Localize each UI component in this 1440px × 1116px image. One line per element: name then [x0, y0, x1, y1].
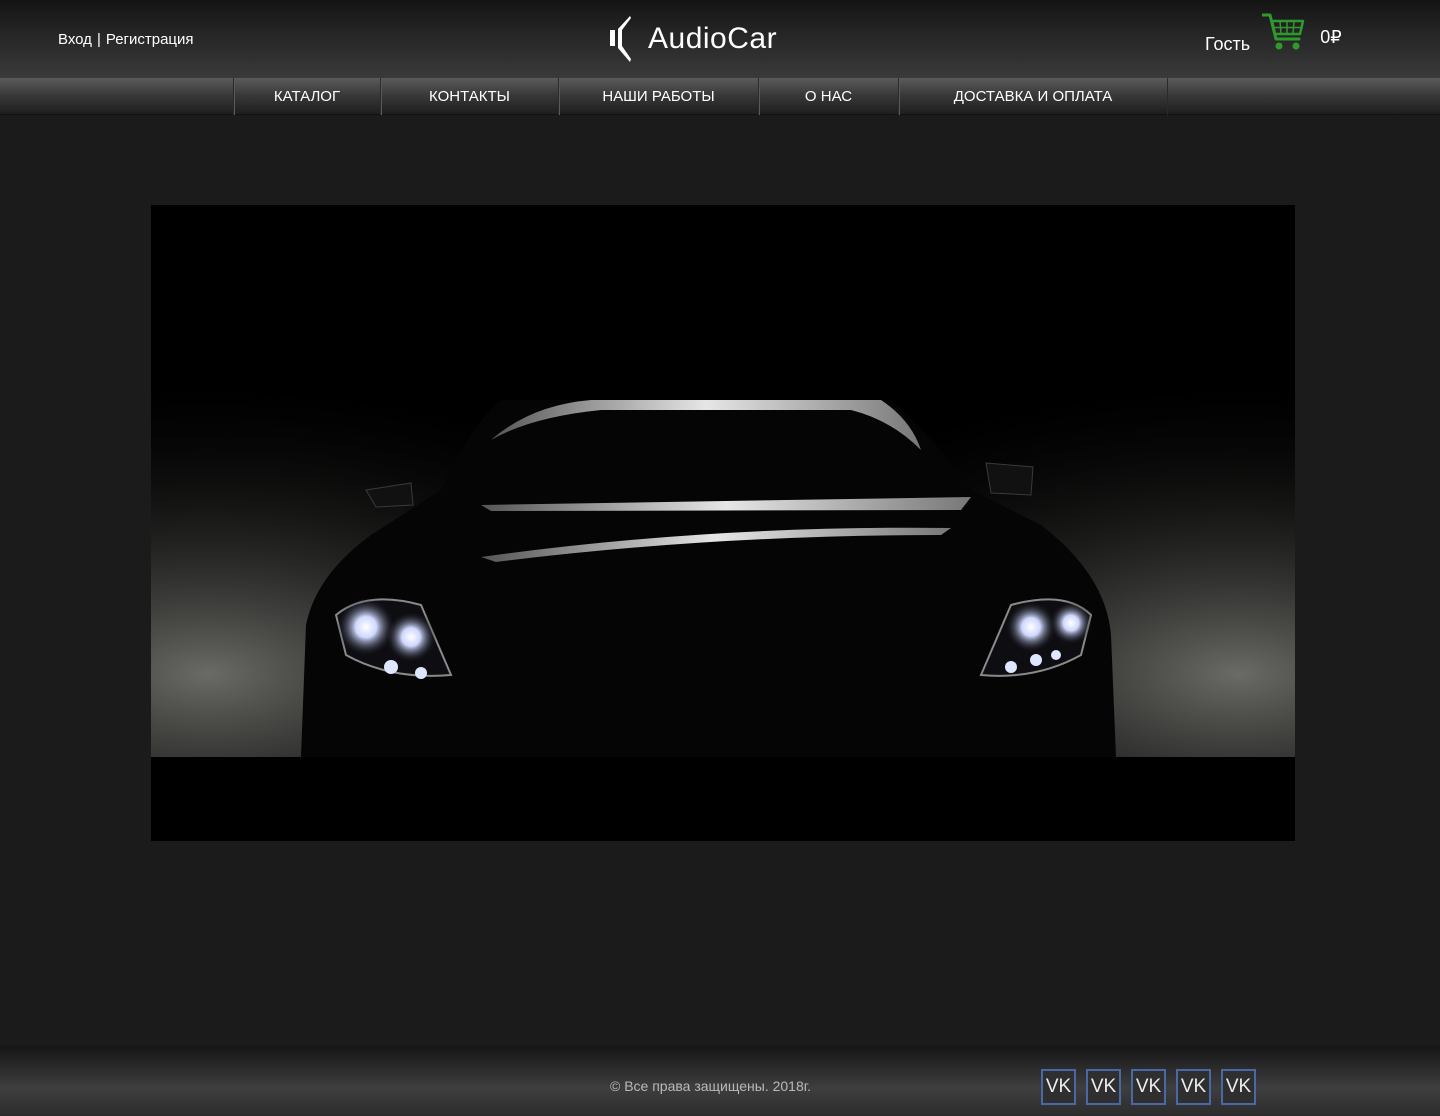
site-header: Вход | Регистрация AudioCar Гость 0₽ — [0, 0, 1440, 78]
auth-links: Вход | Регистрация — [58, 31, 194, 48]
site-logo[interactable]: AudioCar — [608, 13, 777, 65]
copyright-text: © Все права защищены. 2018г. — [610, 1078, 812, 1094]
nav-items: КАТАЛОГ КОНТАКТЫ НАШИ РАБОТЫ О НАС ДОСТА… — [233, 78, 1168, 115]
vk-icon[interactable]: VK — [1176, 1069, 1211, 1105]
login-link[interactable]: Вход — [58, 31, 92, 48]
register-link[interactable]: Регистрация — [106, 31, 194, 48]
guest-label: Гость — [1205, 34, 1251, 54]
vk-icon[interactable]: VK — [1041, 1069, 1076, 1105]
user-area: Гость 0₽ — [1205, 12, 1342, 57]
cart-icon[interactable] — [1261, 12, 1306, 57]
site-footer: © Все права защищены. 2018г. VK VK VK VK… — [0, 1046, 1440, 1116]
social-links: VK VK VK VK VK — [1041, 1069, 1256, 1105]
speaker-logo-icon — [610, 16, 631, 62]
nav-item-our-works[interactable]: НАШИ РАБОТЫ — [559, 78, 759, 115]
main-nav: КАТАЛОГ КОНТАКТЫ НАШИ РАБОТЫ О НАС ДОСТА… — [0, 78, 1440, 115]
logo-text: AudioCar — [648, 22, 778, 55]
nav-item-contacts[interactable]: КОНТАКТЫ — [381, 78, 559, 115]
hero-banner — [151, 205, 1295, 841]
cart-total: 0₽ — [1320, 27, 1342, 47]
vk-icon[interactable]: VK — [1131, 1069, 1166, 1105]
nav-item-delivery[interactable]: ДОСТАВКА И ОПЛАТА — [899, 78, 1168, 115]
car-hero-image — [151, 205, 1295, 757]
vk-icon[interactable]: VK — [1086, 1069, 1121, 1105]
vk-icon[interactable]: VK — [1221, 1069, 1256, 1105]
nav-item-about[interactable]: О НАС — [759, 78, 899, 115]
auth-separator: | — [96, 31, 101, 48]
nav-item-catalog[interactable]: КАТАЛОГ — [234, 78, 381, 115]
